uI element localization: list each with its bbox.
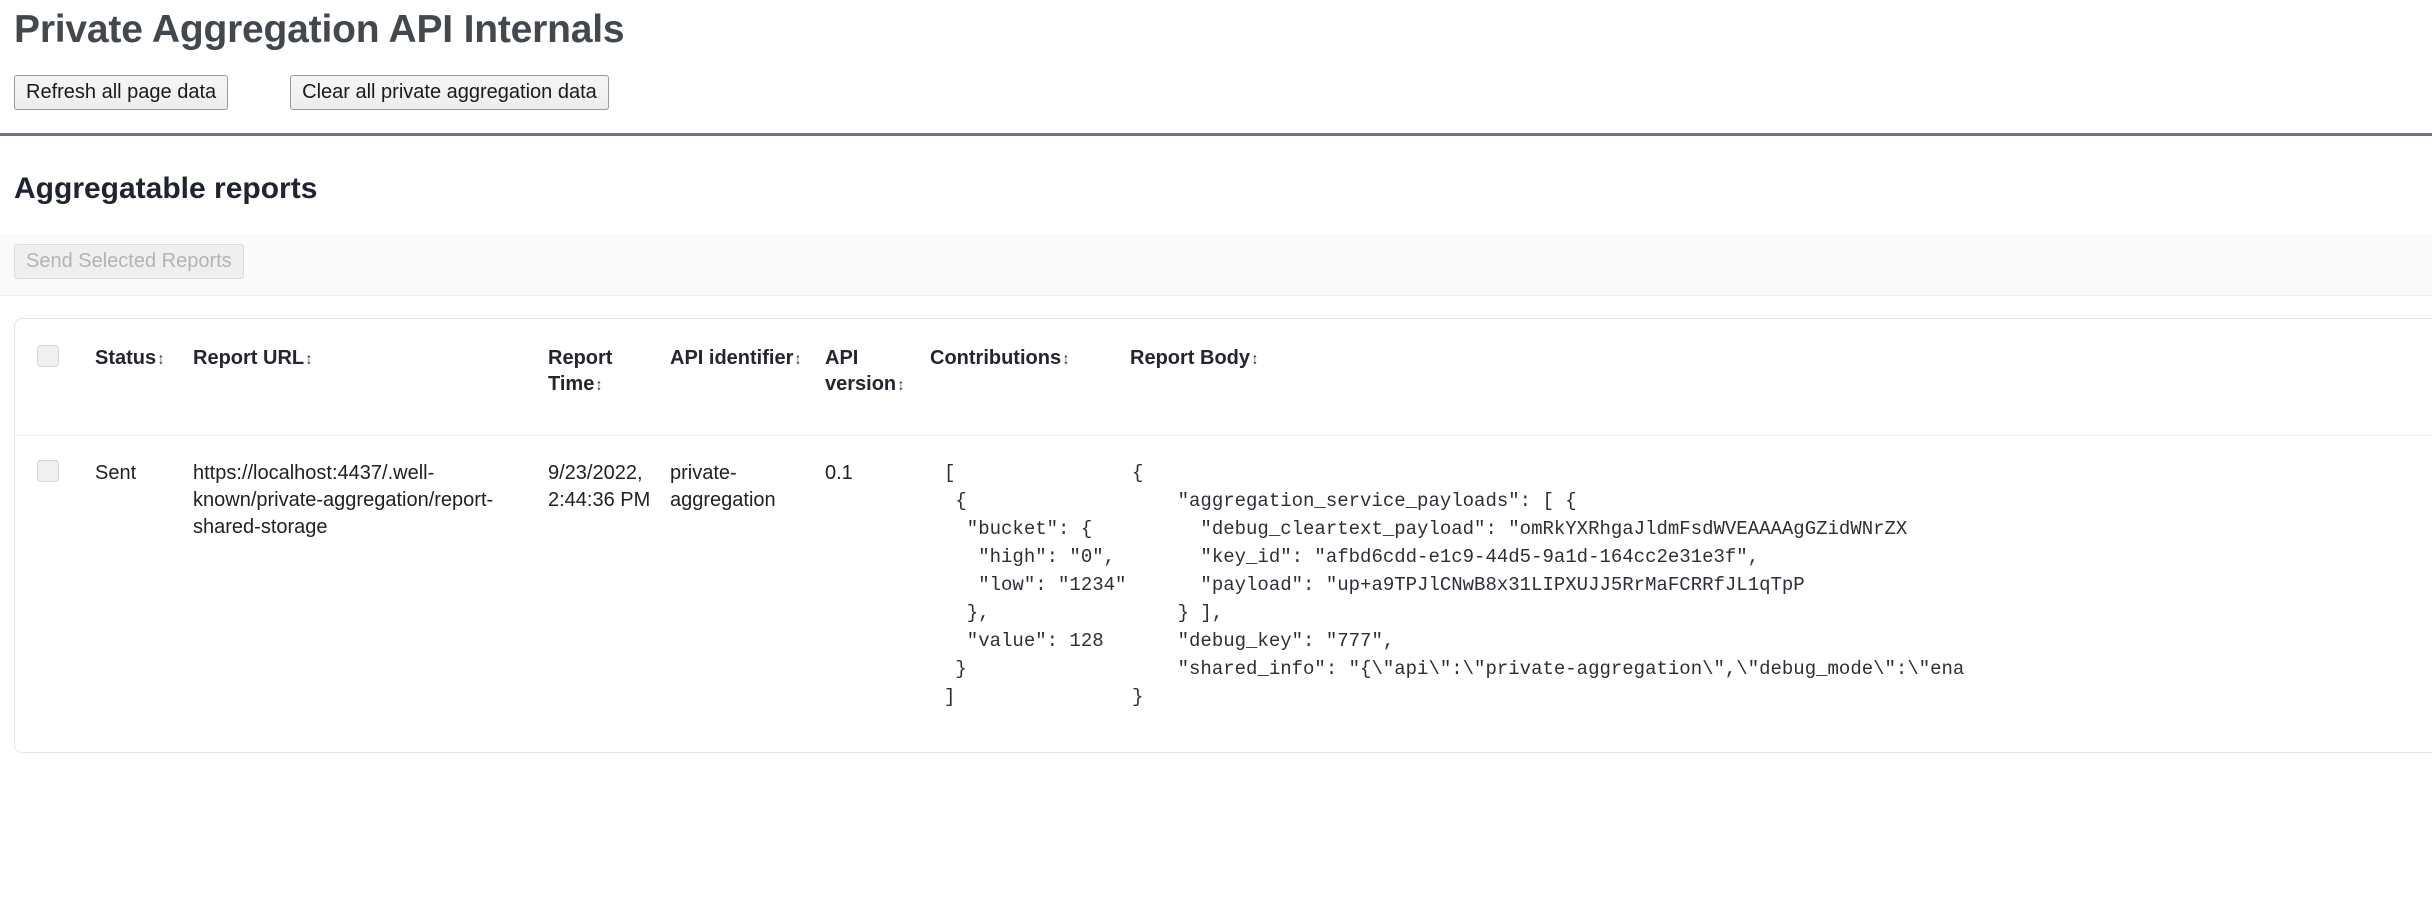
cell-contributions: [ { "bucket": { "high": "0", "low": "123…	[930, 436, 1130, 752]
clear-all-private-aggregation-data-button[interactable]: Clear all private aggregation data	[290, 75, 609, 110]
cell-status: Sent	[95, 436, 193, 752]
aggregatable-reports-table-container: Status↕ Report URL↕ Report Time↕ API ide…	[14, 318, 2432, 752]
sort-arrows-icon[interactable]: ↕	[596, 378, 602, 394]
aggregatable-reports-heading: Aggregatable reports	[0, 136, 2432, 207]
column-header-status[interactable]: Status↕	[95, 319, 193, 436]
contributions-json: [ { "bucket": { "high": "0", "low": "123…	[930, 460, 1120, 711]
internals-page: Private Aggregation API Internals Refres…	[0, 0, 2432, 920]
select-all-checkbox[interactable]	[37, 345, 59, 367]
column-header-status-label: Status	[95, 347, 156, 369]
sort-arrows-icon[interactable]: ↕	[795, 352, 801, 368]
cell-report-time: 9/23/2022, 2:44:36 PM	[548, 436, 670, 752]
row-select-cell[interactable]	[15, 436, 95, 752]
cell-api-version: 0.1	[825, 436, 930, 752]
column-header-select-all[interactable]	[15, 319, 95, 436]
table-header: Status↕ Report URL↕ Report Time↕ API ide…	[15, 319, 2432, 436]
cell-report-body: { "aggregation_service_payloads": [ { "d…	[1130, 436, 2432, 752]
sort-arrows-icon[interactable]: ↕	[1252, 352, 1258, 368]
column-header-report-body-label: Report Body	[1130, 347, 1250, 369]
column-header-report-url[interactable]: Report URL↕	[193, 319, 548, 436]
column-header-report-time-label: Report Time	[548, 347, 612, 395]
report-time-value: 9/23/2022, 2:44:36 PM	[548, 460, 660, 514]
table-header-row: Status↕ Report URL↕ Report Time↕ API ide…	[15, 319, 2432, 436]
report-url-value: https://localhost:4437/.well-known/priva…	[193, 460, 538, 541]
sort-arrows-icon[interactable]: ↕	[306, 352, 312, 368]
column-header-contributions[interactable]: Contributions↕	[930, 319, 1130, 436]
column-header-api-identifier[interactable]: API identifier↕	[670, 319, 825, 436]
sort-arrows-icon[interactable]: ↕	[158, 352, 164, 368]
reports-toolbar: Send Selected Reports	[0, 234, 2432, 296]
table-body: Sent https://localhost:4437/.well-known/…	[15, 436, 2432, 752]
page-title: Private Aggregation API Internals	[0, 0, 2432, 53]
cell-api-identifier: private-aggregation	[670, 436, 825, 752]
cell-report-url: https://localhost:4437/.well-known/priva…	[193, 436, 548, 752]
api-version-value: 0.1	[825, 460, 920, 487]
api-identifier-value: private-aggregation	[670, 460, 815, 514]
column-header-report-url-label: Report URL	[193, 347, 304, 369]
table-row[interactable]: Sent https://localhost:4437/.well-known/…	[15, 436, 2432, 752]
column-header-report-body[interactable]: Report Body↕	[1130, 319, 2432, 436]
column-header-api-identifier-label: API identifier	[670, 347, 793, 369]
top-action-bar: Refresh all page data Clear all private …	[0, 53, 2432, 109]
send-selected-reports-button[interactable]: Send Selected Reports	[14, 244, 244, 279]
row-select-checkbox[interactable]	[37, 460, 59, 482]
refresh-all-page-data-button[interactable]: Refresh all page data	[14, 75, 228, 110]
status-value: Sent	[95, 460, 183, 487]
column-header-api-version-label: API version	[825, 347, 896, 395]
sort-arrows-icon[interactable]: ↕	[898, 378, 904, 394]
sort-arrows-icon[interactable]: ↕	[1063, 352, 1069, 368]
column-header-contributions-label: Contributions	[930, 347, 1061, 369]
aggregatable-reports-table: Status↕ Report URL↕ Report Time↕ API ide…	[15, 319, 2432, 751]
report-body-json: { "aggregation_service_payloads": [ { "d…	[1130, 460, 2432, 711]
column-header-api-version[interactable]: API version↕	[825, 319, 930, 436]
column-header-report-time[interactable]: Report Time↕	[548, 319, 670, 436]
